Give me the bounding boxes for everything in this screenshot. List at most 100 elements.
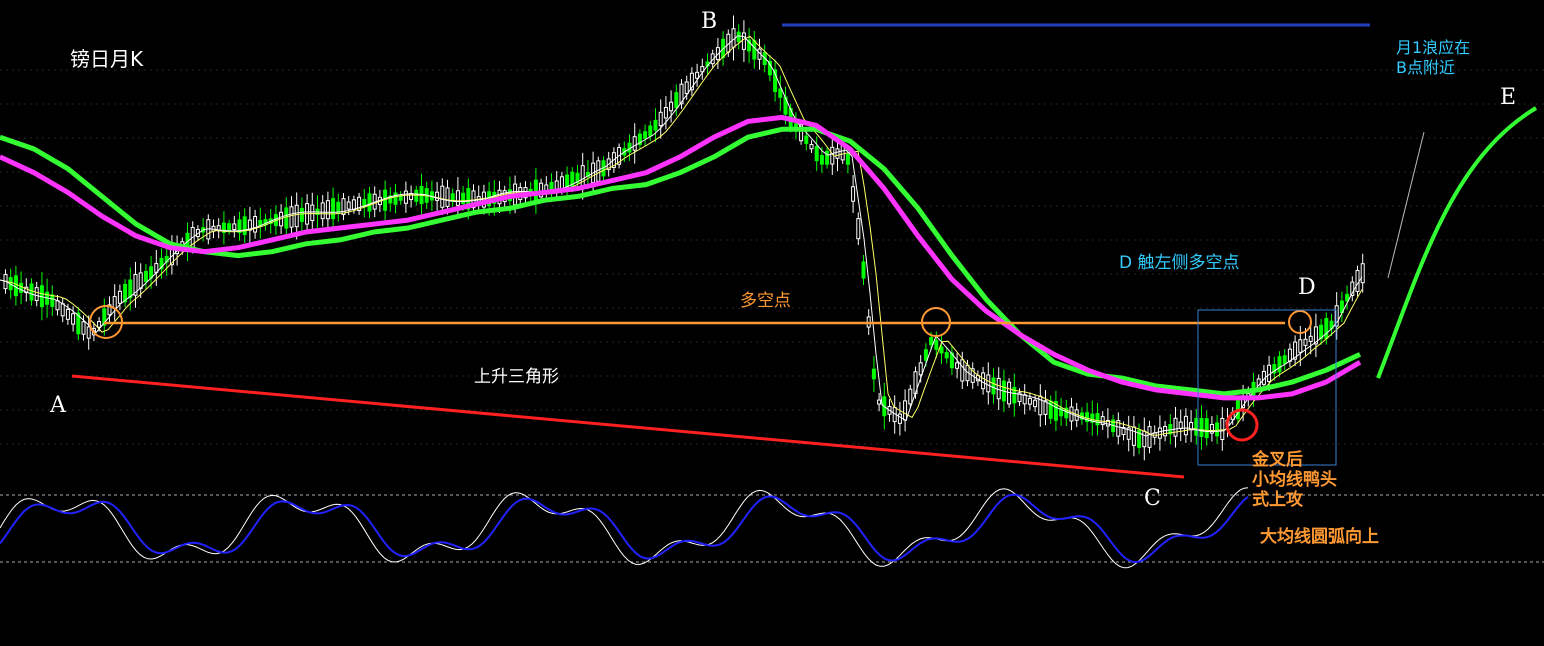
candle-body [643,131,648,139]
projection-thin-line [1387,131,1425,279]
candle-body [861,261,866,279]
candle-body [289,206,294,228]
annotation-longshort: 多空点 [740,291,791,311]
candle-body [1215,422,1220,437]
candle-body [580,165,585,188]
candle-body [351,199,356,210]
candle-body [1157,427,1162,439]
candle-body [835,148,840,159]
candle-body [939,346,944,354]
candle-body [918,362,923,376]
annotation-big-ma: 大均线圆弧向上 [1260,526,1379,547]
candle-body [991,377,996,395]
candle-body [331,198,336,220]
candle-body [138,272,143,289]
annotation-wave-1: 月1浪应在 [1396,38,1470,57]
annotation-cross-3: 式上攻 [1252,489,1304,510]
candle-body [403,190,408,204]
candle-body [1199,417,1204,438]
candle-body [299,207,304,222]
label-point-d: D [1298,275,1316,300]
candle-body [1324,318,1329,339]
candle-body [1355,270,1360,292]
candle-body [934,339,939,350]
candle-body [1287,348,1292,362]
candle-body [1022,394,1027,405]
candle-body [986,374,991,393]
candle-body [409,193,414,200]
candle-body [663,107,668,119]
candle-body [81,321,86,335]
candle-body [112,296,117,309]
label-point-a: A [49,393,67,418]
candle-body [944,352,949,359]
candle-body [435,191,440,201]
osc-k-line [0,487,1249,569]
annotation-cross-2: 小均线鸭头 [1252,469,1337,490]
candle-body [1303,338,1308,346]
candle-body [897,413,902,424]
candle-body [554,180,559,190]
candle-body [856,218,861,240]
candle-body [1277,356,1282,373]
annotation-d-touch: D 触左侧多空点 [1119,253,1240,273]
candle-body [653,119,658,131]
candle-body [908,388,913,405]
annotation-cross-1: 金叉后 [1251,449,1303,470]
candle-body [227,223,232,232]
candle-body [455,190,460,206]
candle-body [445,187,450,207]
stock-chart: 镑日月K A B C D E 上升三角形 多空点 D 触左侧多空点 月1浪应在 … [0,9,1544,569]
candle-body [929,337,934,346]
annotation-triangle: 上升三角形 [474,367,559,387]
candle-body [143,271,148,282]
candle-body [284,207,289,229]
oscillator-panel [0,487,1249,569]
candle-body [658,111,663,127]
candle-body [1298,339,1303,353]
candle-body [232,223,237,230]
candle-body [1308,335,1313,342]
candle-body [903,400,908,421]
label-point-c: C [1144,486,1161,511]
candle-body [65,308,70,320]
candle-body [440,185,445,208]
candle-body [752,40,757,60]
chart-title: 镑日月K [70,47,144,71]
candle-body [1142,430,1147,448]
candle-body [871,368,876,380]
candle-body [996,377,1001,400]
candle-body [741,32,746,50]
candle-body [955,362,960,369]
candle-body [669,101,674,112]
candle-body [804,135,809,144]
candle-body [1204,418,1209,439]
golden-cross-circle [1225,408,1259,442]
candlesticks [3,15,1365,461]
candle-body [55,300,60,311]
candle-body [736,31,741,43]
candle-body [1131,426,1136,446]
candle-body [149,266,154,279]
candle-body [809,144,814,150]
candle-body [559,176,564,191]
candle-body [1033,399,1038,408]
candle-body [325,200,330,220]
candle-body [367,193,372,212]
candle-body [851,186,856,202]
candle-body [294,204,299,228]
candle-body [1282,355,1287,365]
candle-body [341,198,346,216]
candle-body [1220,418,1225,440]
candle-body [393,192,398,205]
candle-body [60,303,65,317]
candle-body [320,202,325,220]
candle-body [731,28,736,48]
candle-body [29,283,34,301]
candle-body [632,136,637,151]
candle-body [242,216,247,235]
candle-body [923,349,928,361]
candle-body [1173,417,1178,437]
candle-body [1027,397,1032,405]
candle-body [50,294,55,307]
